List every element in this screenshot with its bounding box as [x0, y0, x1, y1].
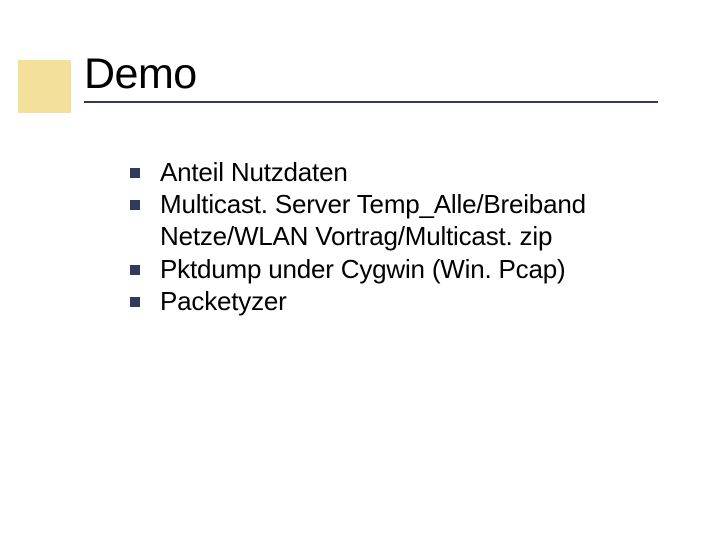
title-accent-square — [18, 60, 71, 113]
list-item-text: Multicast. Server Temp_Alle/Breiband Net… — [160, 188, 660, 252]
list-item-text: Anteil Nutzdaten — [160, 156, 348, 188]
list-item: Anteil Nutzdaten — [130, 156, 660, 188]
bullet-square-icon — [130, 297, 140, 307]
list-item: Pktdump under Cygwin (Win. Pcap) — [130, 253, 660, 285]
bullet-square-icon — [130, 265, 140, 275]
list-item: Packetyzer — [130, 285, 660, 317]
bullet-list: Anteil Nutzdaten Multicast. Server Temp_… — [130, 156, 660, 317]
slide-title: Demo — [84, 50, 660, 99]
slide: Demo Anteil Nutzdaten Multicast. Server … — [0, 0, 720, 540]
bullet-square-icon — [130, 168, 140, 178]
title-block: Demo — [84, 50, 660, 103]
list-item: Multicast. Server Temp_Alle/Breiband Net… — [130, 188, 660, 252]
list-item-text: Pktdump under Cygwin (Win. Pcap) — [160, 253, 565, 285]
list-item-text: Packetyzer — [160, 285, 287, 317]
bullet-square-icon — [130, 200, 140, 210]
title-underline — [84, 101, 658, 103]
